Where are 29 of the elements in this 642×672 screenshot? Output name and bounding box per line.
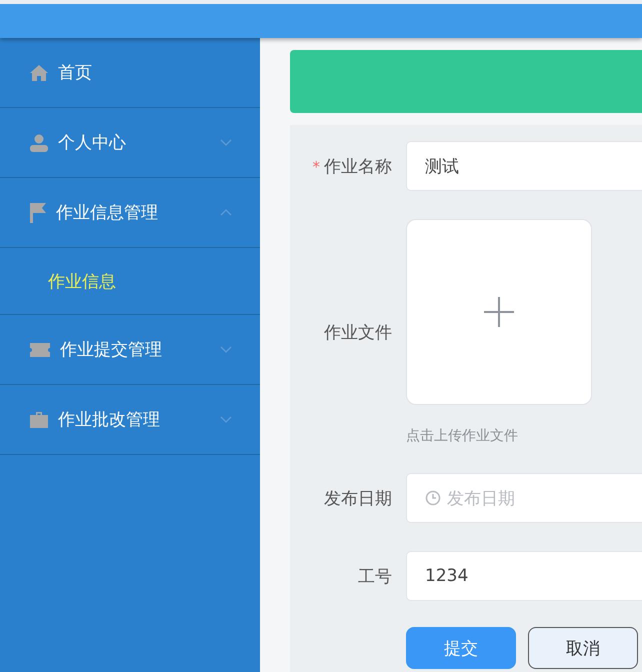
menu-item[interactable]: 作业提交管理 <box>0 315 260 385</box>
briefcase-icon <box>30 412 48 428</box>
menu-item[interactable]: 作业信息管理 <box>0 178 260 248</box>
upload-area[interactable] <box>406 219 592 405</box>
field-label: 工号 <box>357 566 393 588</box>
required-mark: * <box>312 158 320 176</box>
field-label: 发布日期 <box>323 488 393 510</box>
menu-item[interactable]: 个人中心 <box>0 108 260 178</box>
submit-button[interactable]: 提交 <box>406 627 516 669</box>
text-field[interactable]: 测试 <box>406 141 642 191</box>
submenu-item[interactable]: 作业信息 <box>0 248 260 315</box>
date-placeholder: 发布日期 <box>447 488 515 510</box>
user-icon <box>30 134 48 152</box>
home-icon <box>30 64 48 80</box>
cancel-button[interactable]: 取消 <box>528 627 638 669</box>
clock-icon <box>425 490 441 506</box>
upload-hint: 点击上传作业文件 <box>406 427 519 445</box>
flag-icon <box>30 202 46 222</box>
text-field[interactable]: 1234 <box>406 551 642 601</box>
field-label: * 作业名称 <box>312 156 393 178</box>
field-label: 作业文件 <box>323 322 393 344</box>
chevron-icon <box>220 346 232 353</box>
chevron-icon <box>220 209 232 216</box>
menu-item[interactable]: 首页 <box>0 38 260 108</box>
ticket-icon <box>30 342 50 356</box>
menu-item[interactable]: 作业批改管理 <box>0 385 260 455</box>
chevron-icon <box>220 139 232 146</box>
chevron-icon <box>220 416 232 423</box>
plus-icon <box>484 297 514 327</box>
